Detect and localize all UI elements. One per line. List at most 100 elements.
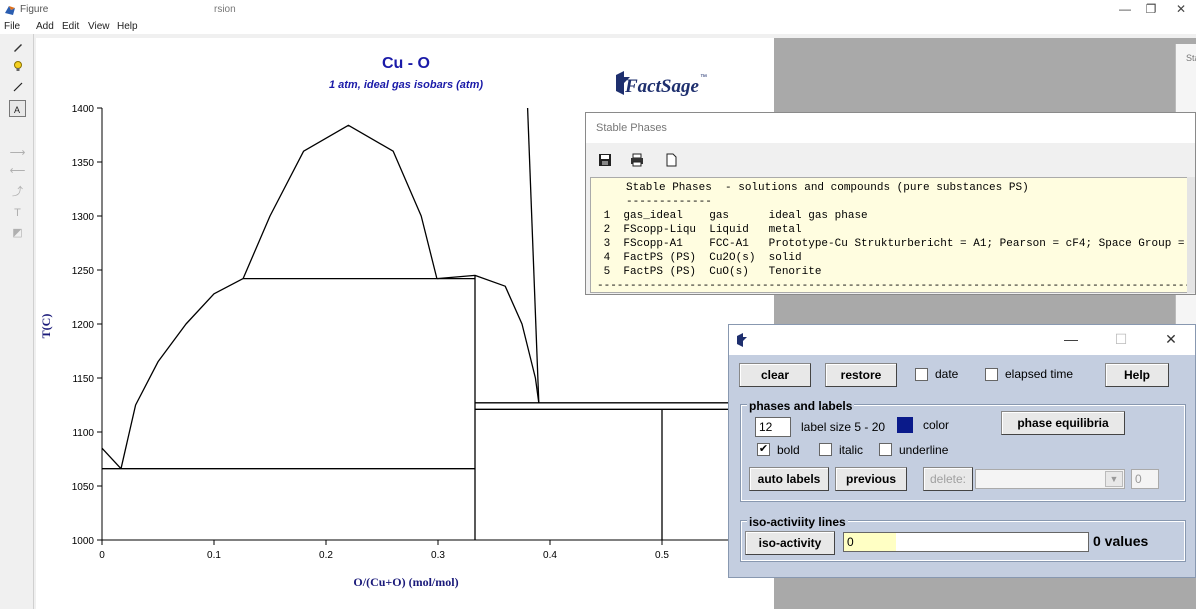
svg-text:A: A: [14, 105, 20, 115]
y-tick-label: 1200: [72, 320, 95, 331]
auto-labels-button[interactable]: auto labels: [749, 467, 829, 491]
phase-equilibria-button[interactable]: phase equilibria: [1001, 411, 1125, 435]
new-document-icon[interactable]: [664, 153, 678, 167]
side-window-title: Sta: [1186, 53, 1196, 63]
bold-label: bold: [777, 443, 800, 457]
print-icon[interactable]: [630, 153, 644, 167]
phase-boundary-line: [242, 124, 438, 279]
phases-group-title: phases and labels: [747, 399, 855, 413]
restore-button[interactable]: ❐: [1136, 2, 1166, 16]
curve-icon: ⤴: [12, 185, 23, 198]
y-tick-label: 1350: [72, 158, 95, 169]
x-tick-label: 0.5: [655, 550, 669, 561]
phase-row: 4 FactPS (PS) Cu2O(s) solid: [597, 252, 802, 264]
controls-minimize-button[interactable]: —: [1051, 331, 1091, 347]
factsage-logo: FactSage ™: [612, 67, 712, 101]
phase-row: 5 FactPS (PS) CuO(s) Tenorite: [597, 266, 822, 278]
logo-tm: ™: [700, 74, 707, 81]
stable-phases-title: Stable Phases: [596, 122, 667, 134]
chevron-down-icon: ▼: [1105, 471, 1123, 487]
underline-checkbox[interactable]: [879, 443, 892, 456]
stable-phases-footer: ----------------------------------------…: [597, 280, 1192, 292]
stable-phases-window: Stable Phases Stable Phases - solutions …: [585, 112, 1196, 295]
arrow-left-icon: ⟵: [9, 165, 26, 177]
phase-row: 1 gas_ideal gas ideal gas phase: [597, 210, 868, 222]
delete-button: delete:: [923, 467, 973, 491]
underline-label: underline: [899, 443, 949, 457]
plot-toolbar: A ⟶ ⟵ ⤴ T ◩: [0, 34, 34, 609]
text-tool-icon[interactable]: A: [9, 100, 26, 117]
y-tick-label: 1150: [72, 374, 94, 385]
restore-button[interactable]: restore: [825, 363, 897, 387]
y-tick-label: 1250: [72, 266, 95, 277]
y-tick-label: 1100: [72, 428, 94, 439]
iso-values-label: 0 values: [1093, 533, 1149, 549]
stable-phases-toolbar: [586, 145, 1195, 175]
controls-window: — ☐ ✕ clear restore date elapsed time He…: [728, 324, 1196, 578]
x-tick-label: 0.4: [543, 550, 557, 561]
delete-select: [975, 469, 1125, 489]
stable-phases-scrollbar[interactable]: [1187, 177, 1195, 293]
arrow-right-icon: ⟶: [9, 147, 26, 159]
iso-activity-button[interactable]: iso-activity: [745, 531, 835, 555]
matlab-figure-icon: [5, 6, 15, 15]
menu-help[interactable]: Help: [117, 21, 138, 32]
phase-row: 2 FScopp-Liqu Liquid metal: [597, 224, 802, 236]
phase-boundary-line: [436, 274, 540, 403]
controls-maximize-button: ☐: [1114, 331, 1128, 347]
elapsed-time-checkbox[interactable]: [985, 368, 998, 381]
label-size-input[interactable]: 12: [755, 417, 791, 437]
controls-close-button[interactable]: ✕: [1151, 331, 1191, 348]
save-icon[interactable]: [598, 153, 612, 167]
previous-button[interactable]: previous: [835, 467, 907, 491]
stable-phases-title-bar: Stable Phases: [586, 113, 1195, 143]
menu-edit[interactable]: Edit: [62, 21, 79, 32]
phase-boundary-line: [526, 107, 540, 403]
color-label: color: [923, 418, 950, 432]
date-label: date: [935, 367, 959, 381]
controls-title-bar: — ☐ ✕: [729, 325, 1195, 355]
clear-button[interactable]: clear: [739, 363, 811, 387]
menu-view[interactable]: View: [88, 21, 110, 32]
x-axis-label: O/(Cu+O) (mol/mol): [353, 575, 458, 589]
x-tick-label: 0: [99, 550, 105, 561]
x-tick-label: 0.1: [207, 550, 221, 561]
x-tick-label: 0.2: [319, 550, 333, 561]
stable-phases-underline: -------------: [626, 196, 712, 208]
fill-icon: ◩: [12, 227, 23, 239]
elapsed-time-label: elapsed time: [1005, 367, 1074, 381]
italic-label: italic: [839, 443, 864, 457]
stable-phases-list: Stable Phases - solutions and compounds …: [590, 177, 1193, 293]
label-size-label: label size 5 - 20: [801, 420, 886, 434]
bulb-icon[interactable]: [9, 57, 26, 74]
stable-phases-header: Stable Phases - solutions and compounds …: [626, 182, 1029, 194]
color-swatch[interactable]: [897, 417, 913, 433]
factsage-f-icon: [737, 333, 747, 347]
iso-group-title: iso-activiity lines: [747, 515, 848, 529]
y-tick-label: 1000: [72, 536, 95, 547]
date-checkbox[interactable]: [915, 368, 928, 381]
window-title-fragment: rsion: [214, 4, 236, 15]
chart-subtitle: 1 atm, ideal gas isobars (atm): [329, 79, 483, 91]
y-tick-label: 1300: [72, 212, 95, 223]
pen-icon[interactable]: [9, 38, 26, 55]
help-button[interactable]: Help: [1105, 363, 1169, 387]
iso-activity-input[interactable]: 0: [843, 532, 1089, 552]
phase-row: 3 FScopp-A1 FCC-A1 Prototype-Cu Struktur…: [597, 238, 1185, 250]
y-tick-label: 1050: [72, 482, 95, 493]
chart-title: Cu - O: [382, 55, 430, 72]
line-tool-icon[interactable]: [9, 78, 26, 95]
y-axis-label: T(C): [39, 314, 53, 339]
logo-text: FactSage: [624, 76, 699, 97]
window-title-bar: Figure rsion — ❐ ✕: [0, 0, 1196, 20]
italic-checkbox[interactable]: [819, 443, 832, 456]
bold-checkbox[interactable]: ✔: [757, 443, 770, 456]
close-button[interactable]: ✕: [1166, 2, 1196, 16]
delete-count-field: 0: [1131, 469, 1159, 489]
text-t-icon: T: [14, 206, 21, 219]
phase-boundary-line: [120, 278, 244, 469]
phase-boundary-line: [101, 447, 122, 470]
window-title: Figure: [20, 4, 49, 15]
menu-file[interactable]: File: [4, 21, 20, 32]
menu-add[interactable]: Add: [36, 21, 54, 32]
